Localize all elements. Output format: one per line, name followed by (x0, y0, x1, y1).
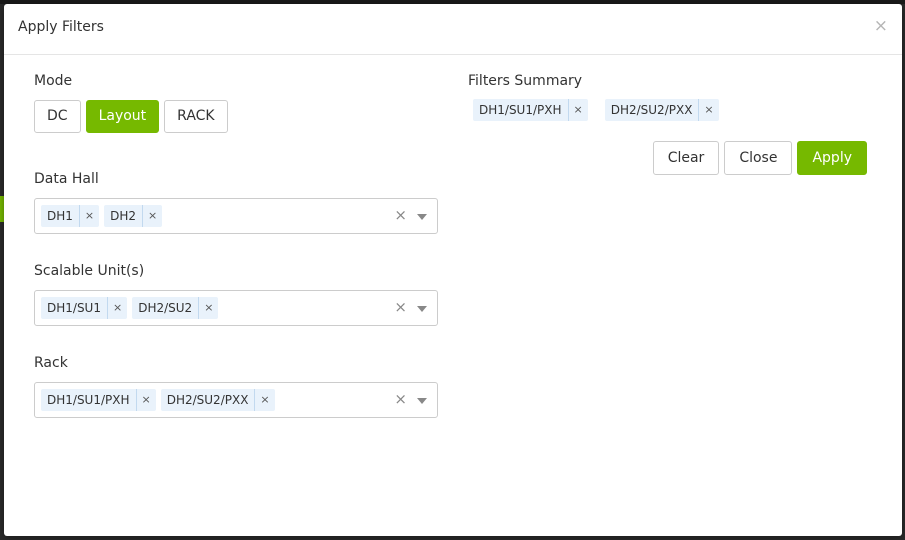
scalable-units-chips: DH1/SU1 × DH2/SU2 × (41, 297, 219, 319)
modal-title: Apply Filters (18, 19, 104, 35)
chip-label: DH2/SU2 (132, 297, 200, 319)
rack-label: Rack (34, 355, 68, 371)
clear-selection-icon[interactable]: × (394, 298, 407, 316)
chip-label: DH1 (41, 205, 80, 227)
chip-label: DH1/SU1/PXH (473, 99, 569, 121)
chip-remove-icon[interactable]: × (569, 99, 588, 121)
summary-chip: DH1/SU1/PXH × (473, 99, 588, 121)
chip-label: DH2 (104, 205, 144, 227)
modal-actions: Clear Close Apply (652, 141, 867, 175)
chip-remove-icon[interactable]: × (137, 389, 156, 411)
chip: DH2/SU2 × (132, 297, 219, 319)
chip-remove-icon[interactable]: × (699, 99, 718, 121)
chip-remove-icon[interactable]: × (108, 297, 127, 319)
data-hall-select[interactable]: DH1 × DH2 × × (34, 198, 438, 234)
data-hall-chips: DH1 × DH2 × (41, 205, 163, 227)
chip-label: DH2/SU2/PXX (161, 389, 256, 411)
summary-chip: DH2/SU2/PXX × (604, 99, 719, 121)
modal-header: Apply Filters × (4, 4, 902, 55)
close-icon[interactable]: × (874, 16, 888, 36)
chip: DH2 × (104, 205, 163, 227)
apply-button[interactable]: Apply (797, 141, 867, 175)
clear-selection-icon[interactable]: × (394, 390, 407, 408)
clear-button[interactable]: Clear (652, 141, 720, 175)
chip: DH1/SU1/PXH × (41, 389, 156, 411)
clear-selection-icon[interactable]: × (394, 206, 407, 224)
chip: DH1/SU1 × (41, 297, 128, 319)
scalable-units-label: Scalable Unit(s) (34, 263, 145, 279)
filters-summary-chips: DH1/SU1/PXH × DH2/SU2/PXX × (473, 99, 719, 121)
mode-label: Mode (34, 73, 73, 89)
chevron-down-icon[interactable] (417, 306, 427, 312)
chip-remove-icon[interactable]: × (255, 389, 274, 411)
chip-remove-icon[interactable]: × (143, 205, 162, 227)
mode-layout-button[interactable]: Layout (85, 100, 160, 133)
rack-chips: DH1/SU1/PXH × DH2/SU2/PXX × (41, 389, 275, 411)
chip: DH1 × (41, 205, 100, 227)
chip: DH2/SU2/PXX × (160, 389, 275, 411)
data-hall-label: Data Hall (34, 171, 99, 187)
chip-label: DH1/SU1 (41, 297, 108, 319)
chip-remove-icon[interactable]: × (80, 205, 99, 227)
mode-rack-button[interactable]: RACK (164, 100, 228, 133)
mode-dc-button[interactable]: DC (34, 100, 81, 133)
close-button[interactable]: Close (724, 141, 793, 175)
scalable-units-select[interactable]: DH1/SU1 × DH2/SU2 × × (34, 290, 438, 326)
mode-toggle-group: DC Layout RACK (34, 100, 228, 133)
apply-filters-modal: Apply Filters × Mode DC Layout RACK Data… (4, 4, 902, 536)
chevron-down-icon[interactable] (417, 214, 427, 220)
chevron-down-icon[interactable] (417, 398, 427, 404)
chip-label: DH2/SU2/PXX (605, 99, 700, 121)
chip-label: DH1/SU1/PXH (41, 389, 137, 411)
rack-select[interactable]: DH1/SU1/PXH × DH2/SU2/PXX × × (34, 382, 438, 418)
filters-summary-label: Filters Summary (468, 73, 583, 89)
chip-remove-icon[interactable]: × (199, 297, 218, 319)
